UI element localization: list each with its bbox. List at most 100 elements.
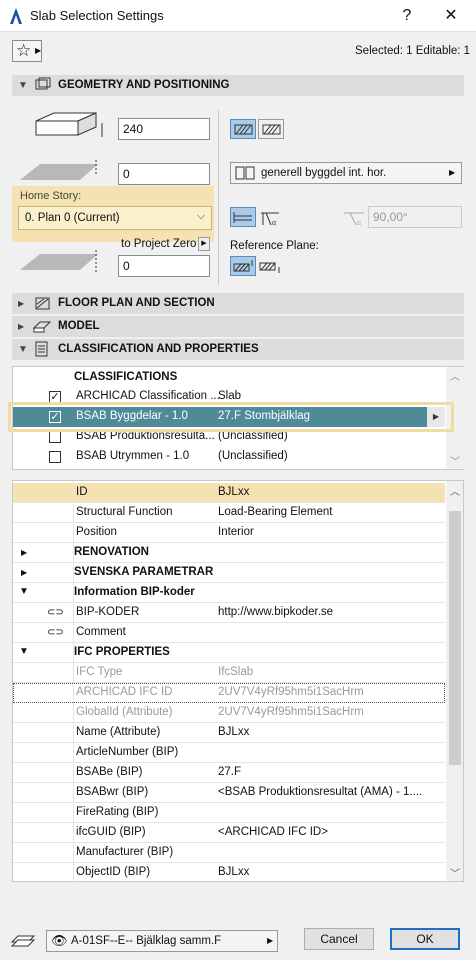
- edge-custom-angle-icon[interactable]: α: [259, 207, 283, 227]
- reference-plane-bottom-icon[interactable]: [258, 257, 284, 277]
- home-story-select[interactable]: 0. Plan 0 (Current) ⌵: [18, 206, 212, 230]
- chevron-right-icon: ▶: [267, 936, 274, 945]
- checkbox[interactable]: ✓: [49, 411, 61, 423]
- slab-thickness-icon: [35, 112, 103, 137]
- checkbox[interactable]: ✓: [49, 391, 61, 403]
- collapse-triangle-icon: ▼: [18, 344, 28, 355]
- slab-offset-icon: [20, 160, 98, 180]
- property-row[interactable]: FireRating (BIP): [13, 803, 445, 823]
- model-section-header[interactable]: ▶ MODEL: [12, 316, 464, 337]
- material-icon: [235, 166, 255, 180]
- edge-perpendicular-icon[interactable]: [230, 207, 256, 227]
- column-divider: [73, 481, 74, 881]
- material-select[interactable]: generell byggdel int. hor. ▶: [230, 162, 462, 184]
- help-button[interactable]: ?: [392, 4, 422, 28]
- property-row[interactable]: GlobalId (Attribute) 2UV7V4yRf95hm5i1Sac…: [13, 703, 445, 723]
- scroll-thumb[interactable]: [449, 511, 461, 765]
- classifications-table: CLASSIFICATIONS ✓ ARCHICAD Classificatio…: [12, 366, 464, 470]
- fill-pattern-alt-icon[interactable]: [258, 119, 284, 139]
- window-title: Slab Selection Settings: [30, 8, 164, 23]
- checkbox[interactable]: [49, 451, 61, 463]
- link-icon: ⊂⊃: [47, 607, 64, 618]
- favorites-button[interactable]: ☆ ▶: [12, 40, 42, 62]
- expand-triangle-icon: ▶: [21, 568, 28, 577]
- property-row[interactable]: BSABe (BIP) 27.F: [13, 763, 445, 783]
- reference-plane-top-icon[interactable]: [230, 256, 256, 276]
- divider: [218, 110, 219, 285]
- property-group-bip[interactable]: ▼ Information BIP-koder: [13, 583, 445, 603]
- classifications-header: CLASSIFICATIONS: [74, 371, 178, 383]
- project-zero-icon: [20, 250, 98, 272]
- classification-row[interactable]: BSAB Produktionsresulta... (Unclassified…: [13, 427, 445, 447]
- properties-icon: [35, 341, 48, 357]
- close-button[interactable]: ✕: [436, 4, 466, 28]
- property-group-svenska[interactable]: ▶ SVENSKA PARAMETRAR: [13, 563, 445, 583]
- classification-row[interactable]: BSAB Utrymmen - 1.0 (Unclassified): [13, 447, 445, 467]
- expand-triangle-icon: ▶: [18, 299, 25, 308]
- link-icon: ⊂⊃: [47, 627, 64, 638]
- scroll-up-icon: ︿: [450, 372, 460, 383]
- thickness-input[interactable]: 240: [118, 118, 210, 140]
- chevron-right-icon: ▶: [449, 168, 456, 177]
- classification-section-label: CLASSIFICATION AND PROPERTIES: [58, 343, 259, 355]
- property-row-focused[interactable]: ARCHICAD IFC ID 2UV7V4yRf95hm5i1SacHrm: [13, 683, 445, 703]
- model-icon: [32, 321, 52, 333]
- chevron-down-icon: ⌵: [197, 210, 206, 222]
- property-row[interactable]: ID BJLxx: [13, 483, 445, 503]
- geometry-section-header[interactable]: ▼ GEOMETRY AND POSITIONING: [12, 75, 464, 96]
- reference-plane-label: Reference Plane:: [230, 240, 319, 252]
- eye-icon: 👁: [51, 933, 68, 948]
- property-row[interactable]: ArticleNumber (BIP): [13, 743, 445, 763]
- collapse-triangle-icon: ▼: [19, 646, 29, 657]
- layer-select[interactable]: 👁 A-01SF--E-- Bjälklag samm.F ▶: [46, 930, 278, 952]
- property-row[interactable]: ObjectID (BIP) BJLxx: [13, 863, 445, 881]
- scroll-down-icon: ﹀: [450, 457, 460, 468]
- svg-text:α: α: [272, 220, 276, 227]
- classification-row-selected[interactable]: ✓ BSAB Byggdelar - 1.0 27.F Stombjälklag…: [13, 407, 445, 427]
- collapse-triangle-icon: ▼: [18, 80, 28, 91]
- title-bar: Slab Selection Settings ? ✕: [0, 0, 476, 32]
- angle-icon: α: [344, 212, 364, 227]
- property-row[interactable]: BSABwr (BIP) <BSAB Produktionsresultat (…: [13, 783, 445, 803]
- floor-plan-icon: [35, 297, 50, 310]
- classification-menu-button[interactable]: ▶: [427, 407, 445, 427]
- classification-row[interactable]: ✓ ARCHICAD Classification ... Slab: [13, 387, 445, 407]
- star-icon: ☆: [16, 41, 32, 60]
- project-zero-input[interactable]: 0: [118, 255, 210, 277]
- offset-input[interactable]: 0: [118, 163, 210, 185]
- property-row[interactable]: Position Interior: [13, 523, 445, 543]
- collapse-triangle-icon: ▼: [19, 586, 29, 597]
- selection-info: Selected: 1 Editable: 1: [355, 45, 471, 57]
- project-zero-menu-button[interactable]: ▶: [198, 237, 210, 251]
- scroll-down-icon: ﹀: [450, 869, 460, 880]
- property-row[interactable]: Structural Function Load-Bearing Element: [13, 503, 445, 523]
- to-project-zero-label: to Project Zero: [121, 238, 197, 250]
- properties-table: ID BJLxx Structural Function Load-Bearin…: [12, 480, 464, 882]
- floor-plan-section-label: FLOOR PLAN AND SECTION: [58, 297, 215, 309]
- property-row[interactable]: Name (Attribute) BJLxx: [13, 723, 445, 743]
- floor-plan-section-header[interactable]: ▶ FLOOR PLAN AND SECTION: [12, 293, 464, 314]
- layers-icon: [10, 935, 36, 947]
- home-story-label: Home Story:: [20, 190, 82, 202]
- geometry-icon: [35, 77, 51, 90]
- property-group-renovation[interactable]: ▶ RENOVATION: [13, 543, 445, 563]
- ok-button[interactable]: OK: [390, 928, 460, 950]
- cancel-button[interactable]: Cancel: [304, 928, 374, 950]
- expand-triangle-icon: ▶: [18, 322, 25, 331]
- properties-scrollbar[interactable]: ︿ ﹀: [446, 481, 463, 881]
- scroll-up-icon: ︿: [450, 487, 460, 498]
- angle-input[interactable]: 90,00°: [368, 206, 462, 228]
- classifications-scrollbar[interactable]: ︿ ﹀: [446, 367, 464, 469]
- property-row[interactable]: ⊂⊃ BIP-KODER http://www.bipkoder.se: [13, 603, 445, 623]
- classification-section-header[interactable]: ▼ CLASSIFICATION AND PROPERTIES: [12, 339, 464, 360]
- property-group-ifc[interactable]: ▼ IFC PROPERTIES: [13, 643, 445, 663]
- property-row[interactable]: ifcGUID (BIP) <ARCHICAD IFC ID>: [13, 823, 445, 843]
- property-row[interactable]: IFC Type IfcSlab: [13, 663, 445, 683]
- checkbox[interactable]: [49, 431, 61, 443]
- model-section-label: MODEL: [58, 320, 100, 332]
- chevron-right-icon: ▶: [35, 46, 42, 55]
- fill-pattern-icon[interactable]: [230, 119, 256, 139]
- property-row[interactable]: ⊂⊃ Comment: [13, 623, 445, 643]
- property-row[interactable]: Manufacturer (BIP): [13, 843, 445, 863]
- geometry-section-label: GEOMETRY AND POSITIONING: [58, 79, 230, 91]
